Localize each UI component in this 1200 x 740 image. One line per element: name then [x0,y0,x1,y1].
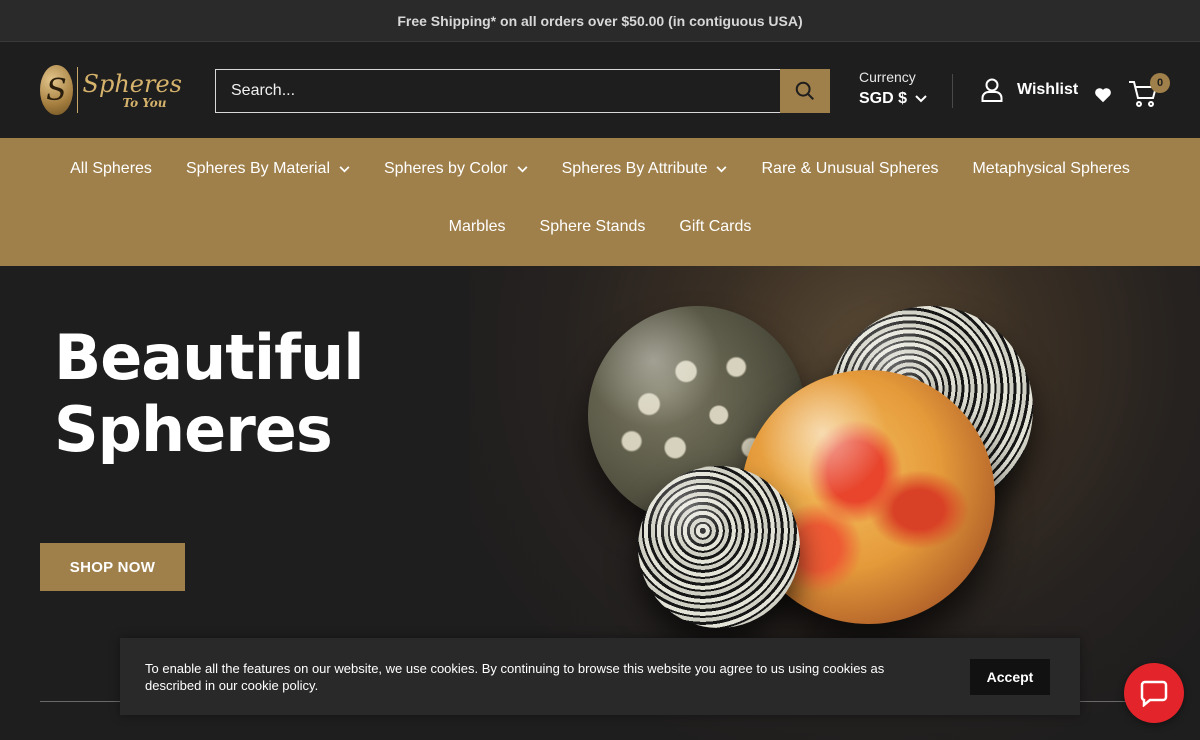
currency-value: SGD $ [859,90,908,107]
nav-item-all-spheres[interactable]: All Spheres [53,160,169,178]
chevron-down-icon [716,165,727,172]
search-icon [795,81,814,100]
nav-item-label: Rare & Unusual Spheres [761,160,939,177]
nav-item-spheres-by-attribute[interactable]: Spheres By Attribute [545,160,745,178]
logo-wordmark: Spheres To You [83,72,182,109]
announcement-text: Free Shipping* on all orders over $50.00… [397,12,803,29]
nav-item-rare-unusual-spheres[interactable]: Rare & Unusual Spheres [744,160,955,178]
logo-monogram: S [40,65,73,115]
wishlist-label: Wishlist [1017,81,1079,98]
nav-item-metaphysical-spheres[interactable]: Metaphysical Spheres [955,160,1146,178]
search-button[interactable] [780,69,830,113]
cart-count-badge: 0 [1150,73,1170,93]
user-icon [981,78,1003,102]
search-input[interactable] [215,69,780,113]
currency-label: Currency [859,69,916,85]
site-logo[interactable]: S Spheres To You [40,64,182,116]
nav-item-sphere-stands[interactable]: Sphere Stands [523,218,663,236]
cookie-banner: To enable all the features on our websit… [120,638,1080,715]
nav-item-label: All Spheres [70,160,152,177]
hero-title-line2: Spheres [54,393,333,466]
chevron-down-icon [915,95,927,103]
nav-item-spheres-by-material[interactable]: Spheres By Material [169,160,367,178]
nav-item-label: Spheres By Material [185,160,330,177]
wishlist-link[interactable]: Wishlist [981,78,1078,102]
heart-icon[interactable] [1094,87,1112,103]
nav-row-secondary: Marbles Sphere Stands Gift Cards [0,218,1200,236]
hero-title-line1: Beautiful [54,321,365,394]
cookie-text: To enable all the features on our websit… [145,660,885,693]
nav-item-label: Sphere Stands [539,218,646,235]
nav-item-label: Metaphysical Spheres [972,160,1130,177]
logo-divider [76,67,78,113]
chevron-down-icon [339,165,350,172]
nav-row-primary: All Spheres Spheres By Material Spheres … [0,160,1200,178]
currency-value-row: SGD $ [859,90,939,108]
nav-item-marbles[interactable]: Marbles [432,218,523,236]
cart-button[interactable]: 0 [1128,73,1170,109]
nav-item-label: Spheres By Attribute [561,160,708,177]
chevron-down-icon [517,165,528,172]
nav-item-gift-cards[interactable]: Gift Cards [662,218,768,236]
hero-title: Beautiful Spheres [54,321,365,466]
dalmatian-jasper-sphere-small-image [638,466,800,628]
shop-now-button[interactable]: SHOP NOW [40,543,185,591]
nav-item-label: Spheres by Color [384,160,508,177]
main-navigation: All Spheres Spheres By Material Spheres … [0,138,1200,266]
announcement-bar: Free Shipping* on all orders over $50.00… [0,0,1200,42]
logo-line2: To You [122,95,167,110]
accept-cookies-button[interactable]: Accept [970,658,1050,695]
nav-item-spheres-by-color[interactable]: Spheres by Color [367,160,545,178]
nav-item-label: Marbles [448,218,506,235]
site-header: S Spheres To You Currency SGD $ Wishlist… [0,42,1200,138]
chat-button[interactable] [1124,663,1184,723]
search-form [215,69,830,113]
nav-item-label: Gift Cards [679,218,752,235]
chat-bubble-icon [1140,680,1168,707]
header-divider [952,74,953,108]
currency-selector[interactable]: Currency SGD $ [859,69,939,108]
logo-line1: Spheres [82,69,182,98]
